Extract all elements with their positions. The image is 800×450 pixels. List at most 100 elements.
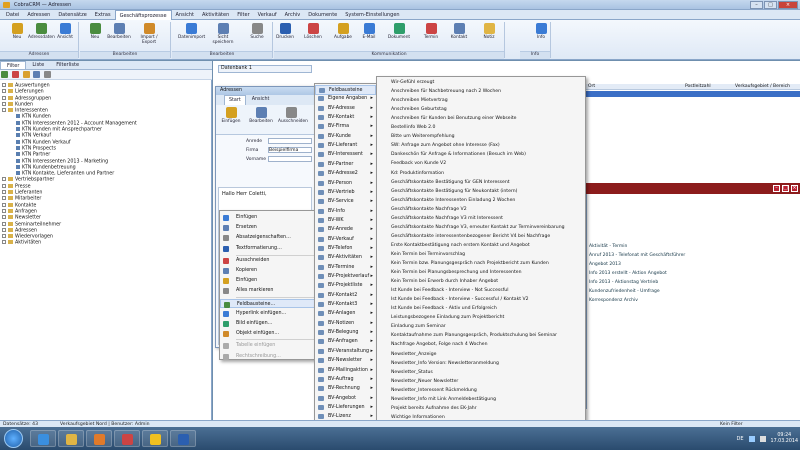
close-icon[interactable]: ×: [778, 1, 798, 9]
submenu-item[interactable]: BV-Adresse2 ▸: [315, 169, 376, 179]
taskbar-firefox-icon[interactable]: [86, 430, 112, 447]
text-block-item[interactable]: Anschreiben für Nachbetreuung nach 2 Woc…: [377, 87, 585, 96]
tree-item[interactable]: Aktivitäten: [2, 240, 210, 246]
left-tab-2[interactable]: Filterliste: [50, 61, 85, 69]
form-field[interactable]: Beispielfirma: [268, 147, 312, 153]
text-block-item[interactable]: Dankeschön für Anfrage & Informationen (…: [377, 150, 585, 159]
submenu-item[interactable]: BV-Service ▸: [315, 197, 376, 207]
note-row[interactable]: Info 2013 erstellt - Aktion Angebot: [589, 271, 667, 276]
tab-11[interactable]: System-Einstellungen: [341, 10, 403, 20]
text-block-item[interactable]: Nachfrage Angebot, Folge nach 4 Wochen: [377, 340, 585, 349]
submenu-item[interactable]: BV-Termine ▸: [315, 263, 376, 273]
ribbon-button-13[interactable]: Dokument: [386, 22, 412, 50]
record-tab[interactable]: Ansicht: [248, 95, 274, 105]
context-menu-item[interactable]: Einfügen: [220, 276, 315, 285]
network-icon[interactable]: [748, 435, 755, 442]
ribbon-button-9[interactable]: Drucken: [272, 22, 298, 50]
submenu-item[interactable]: BV-Firma ▸: [315, 122, 376, 132]
submenu-item[interactable]: BV-Partner ▸: [315, 160, 376, 170]
context-menu-item[interactable]: Einfügen: [220, 213, 315, 222]
tab-3[interactable]: Extras: [91, 10, 115, 20]
text-block-item[interactable]: Ist Kunde bei Feedback - Aktiv und Erfol…: [377, 304, 585, 313]
expand-toggle-icon[interactable]: [2, 177, 6, 182]
note-row[interactable]: Angebot 2013: [589, 262, 621, 267]
expand-toggle-icon[interactable]: [2, 89, 6, 94]
submenu-item[interactable]: BV-Auftrag ▸: [315, 375, 376, 385]
clock[interactable]: 09:24 17.03.2014: [771, 433, 798, 445]
text-block-item[interactable]: Projekt bereits Aufnahme des EK-Jahr: [377, 404, 585, 413]
add-icon[interactable]: [1, 71, 8, 78]
text-block-item[interactable]: Newsletter_Info mit Link Anmeldebestätig…: [377, 395, 585, 404]
text-block-item[interactable]: Geschäftskontakte Nachfrage V3 mit Inter…: [377, 214, 585, 223]
volume-icon[interactable]: [759, 435, 766, 442]
taskbar-ie-icon[interactable]: [30, 430, 56, 447]
tab-1[interactable]: Adressen: [23, 10, 54, 20]
filter-icon[interactable]: [33, 71, 41, 78]
submenu-item[interactable]: BV-Lieferant ▸: [315, 141, 376, 151]
ribbon-button-16[interactable]: Notiz: [476, 22, 502, 50]
submenu-item[interactable]: BV-Anrede ▸: [315, 225, 376, 235]
submenu-item[interactable]: BV-Lieferungen ▸: [315, 403, 376, 413]
text-block-item[interactable]: Wir-Gefühl erzeugt: [377, 78, 585, 87]
submenu-item[interactable]: BV-Rechnung ▸: [315, 384, 376, 394]
ribbon-button-14[interactable]: Termin: [418, 22, 444, 50]
ribbon-button-12[interactable]: E-Mail: [356, 22, 382, 50]
submenu-item[interactable]: BV-Mailingaktion ▸: [315, 366, 376, 376]
text-block-item[interactable]: Kontaktaufnahme zum Planungsgespräch, Pr…: [377, 331, 585, 340]
taskbar-media-icon[interactable]: [142, 430, 168, 447]
text-block-item[interactable]: Anschreiben Geburtstag: [377, 105, 585, 114]
ribbon-button-7[interactable]: Sicht speichern: [210, 22, 236, 50]
expand-toggle-icon[interactable]: [2, 240, 6, 245]
expand-toggle-icon[interactable]: [2, 108, 6, 113]
submenu-item[interactable]: BV-Vertrieb ▸: [315, 188, 376, 198]
submenu-item[interactable]: BV-Newsletter ▸: [315, 356, 376, 366]
submenu-item[interactable]: BV-Kontakt ▸: [315, 113, 376, 123]
text-block-item[interactable]: Geschäftskontakte Bestätigung für GEN In…: [377, 178, 585, 187]
context-menu-item[interactable]: Kopieren: [220, 266, 315, 275]
settings-icon[interactable]: [44, 71, 51, 78]
form-field[interactable]: [268, 156, 312, 162]
text-block-item[interactable]: SW: Anfrage zum Angebot ohne Interesse (…: [377, 141, 585, 150]
ribbon-button-3[interactable]: Neu: [82, 22, 108, 50]
submenu-item[interactable]: BV-Belegung ▸: [315, 328, 376, 338]
record-ribbon-button[interactable]: Bearbeiten: [248, 106, 274, 132]
submenu-item[interactable]: BV-Info ▸: [315, 207, 376, 217]
tab-5[interactable]: Ansicht: [172, 10, 198, 20]
expand-toggle-icon[interactable]: [2, 227, 6, 232]
text-block-item[interactable]: Geschäftskontakte Interessenten Einladun…: [377, 196, 585, 205]
maximize-icon[interactable]: □: [764, 1, 777, 9]
text-block-item[interactable]: Newsletter_Interessent Rückmeldung: [377, 386, 585, 395]
ribbon-button-5[interactable]: Import / Export: [136, 22, 162, 50]
note-row[interactable]: Aktivität - Termin: [589, 244, 627, 249]
record-ribbon-button[interactable]: Einfügen: [218, 106, 244, 132]
grid-column-header[interactable]: Postleitzahl: [685, 84, 711, 89]
ribbon-button-0[interactable]: Neu: [4, 22, 30, 50]
expand-toggle-icon[interactable]: [2, 202, 6, 207]
text-block-item[interactable]: Erste Kontaktbestätigung nach erstem Kon…: [377, 241, 585, 250]
text-block-item[interactable]: Newsletter_Status: [377, 368, 585, 377]
expand-toggle-icon[interactable]: [2, 183, 6, 188]
submenu-item[interactable]: BV-Verkauf ▸: [315, 235, 376, 245]
minimize-icon[interactable]: –: [750, 1, 763, 9]
context-menu-item[interactable]: Ersetzen: [220, 223, 315, 232]
ribbon-button-8[interactable]: Suche: [244, 22, 270, 50]
expand-toggle-icon[interactable]: [2, 221, 6, 226]
minimize-panel-icon[interactable]: –: [773, 185, 780, 192]
expand-toggle-icon[interactable]: [2, 101, 6, 106]
text-block-item[interactable]: Geschäftskontakte Bestätigung für Neukon…: [377, 187, 585, 196]
tab-8[interactable]: Verkauf: [254, 10, 281, 20]
text-block-item[interactable]: Newsletter_Neuer Newsletter: [377, 377, 585, 386]
ribbon-button-2[interactable]: Ansicht: [52, 22, 78, 50]
note-row[interactable]: Anruf 2013 - Telefonat mit Geschäftsführ…: [589, 253, 685, 258]
selected-row[interactable]: [585, 91, 800, 97]
delete-icon[interactable]: [11, 71, 19, 78]
text-block-item[interactable]: Einladung zum Seminar: [377, 322, 585, 331]
taskbar-explorer-icon[interactable]: [58, 430, 84, 447]
ribbon-button-4[interactable]: Bearbeiten: [106, 22, 132, 50]
submenu-item[interactable]: Eigene Angaben ▸: [315, 94, 376, 104]
expand-toggle-icon[interactable]: [2, 190, 6, 195]
submenu-item[interactable]: BV-Veranstaltung ▸: [315, 347, 376, 357]
text-block-item[interactable]: Bestellinfo Web 2.0: [377, 123, 585, 132]
left-tab-1[interactable]: Liste: [26, 61, 50, 69]
context-menu-item[interactable]: Alles markieren: [220, 286, 315, 295]
